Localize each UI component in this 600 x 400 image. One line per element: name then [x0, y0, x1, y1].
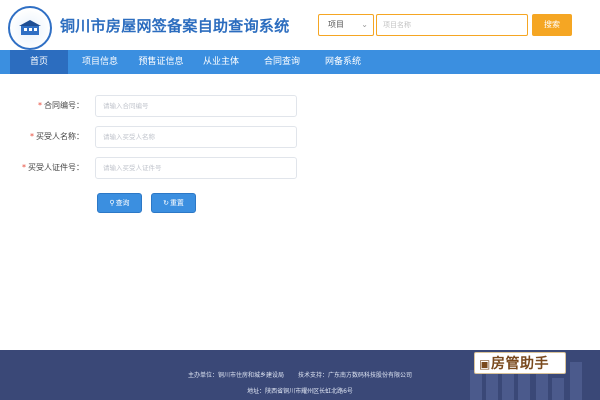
search-type-select[interactable]: 项目 ⌄	[318, 14, 374, 36]
footer-address: 地址：陕西省铜川市耀州区长虹北路6号	[247, 388, 353, 395]
watermark-badge: ▣ 房管助手	[474, 352, 566, 374]
site-title: 铜川市房屋网签备案自助查询系统	[60, 17, 290, 35]
nav-item-practitioners[interactable]: 从业主体	[194, 50, 248, 74]
search-type-label: 项目	[328, 20, 344, 29]
header: 铜川市房屋网签备案自助查询系统 项目 ⌄ 搜索	[0, 0, 600, 50]
form-row-contract-no: * 合同编号：	[0, 95, 600, 117]
footer-tech-support: 技术支持：广东南方数码科技股份有限公司	[297, 372, 412, 379]
nav-item-filing-system[interactable]: 网备系统	[316, 50, 370, 74]
search-button[interactable]: 搜索	[532, 14, 572, 36]
form-row-buyer-name: * 买受人名称：	[0, 126, 600, 148]
nav-item-project-info[interactable]: 项目信息	[72, 50, 128, 74]
required-mark: *	[30, 132, 34, 141]
nav-item-presale-cert[interactable]: 预售证信息	[132, 50, 190, 74]
buyer-name-label: * 买受人名称：	[30, 132, 84, 141]
refresh-icon: ↻	[163, 199, 169, 207]
page: 铜川市房屋网签备案自助查询系统 项目 ⌄ 搜索 首页 项目信息 预售证信息 从业…	[0, 0, 600, 400]
required-mark: *	[38, 101, 42, 110]
buyer-id-input[interactable]	[95, 157, 297, 179]
contract-no-label: * 合同编号：	[38, 101, 84, 110]
door-icon: ▣	[479, 357, 491, 371]
contract-no-input[interactable]	[95, 95, 297, 117]
chevron-down-icon: ⌄	[361, 20, 368, 29]
watermark-text: 房管助手	[491, 356, 549, 372]
footer-organizer: 主办单位：铜川市住房和城乡建设局	[188, 372, 285, 379]
buyer-id-label: * 买受人证件号：	[22, 163, 84, 172]
nav-item-contract-query[interactable]: 合同查询	[254, 50, 310, 74]
building-icon	[19, 20, 41, 35]
search-input[interactable]	[376, 14, 528, 36]
main-nav: 首页 项目信息 预售证信息 从业主体 合同查询 网备系统	[0, 50, 600, 74]
required-mark: *	[22, 163, 26, 172]
nav-item-home[interactable]: 首页	[10, 50, 68, 74]
query-button[interactable]: ⚲查询	[97, 193, 142, 213]
buyer-name-input[interactable]	[95, 126, 297, 148]
search-icon: ⚲	[109, 199, 115, 207]
reset-button[interactable]: ↻重置	[151, 193, 196, 213]
site-logo	[8, 6, 52, 50]
form-row-buyer-id: * 买受人证件号：	[0, 157, 600, 179]
